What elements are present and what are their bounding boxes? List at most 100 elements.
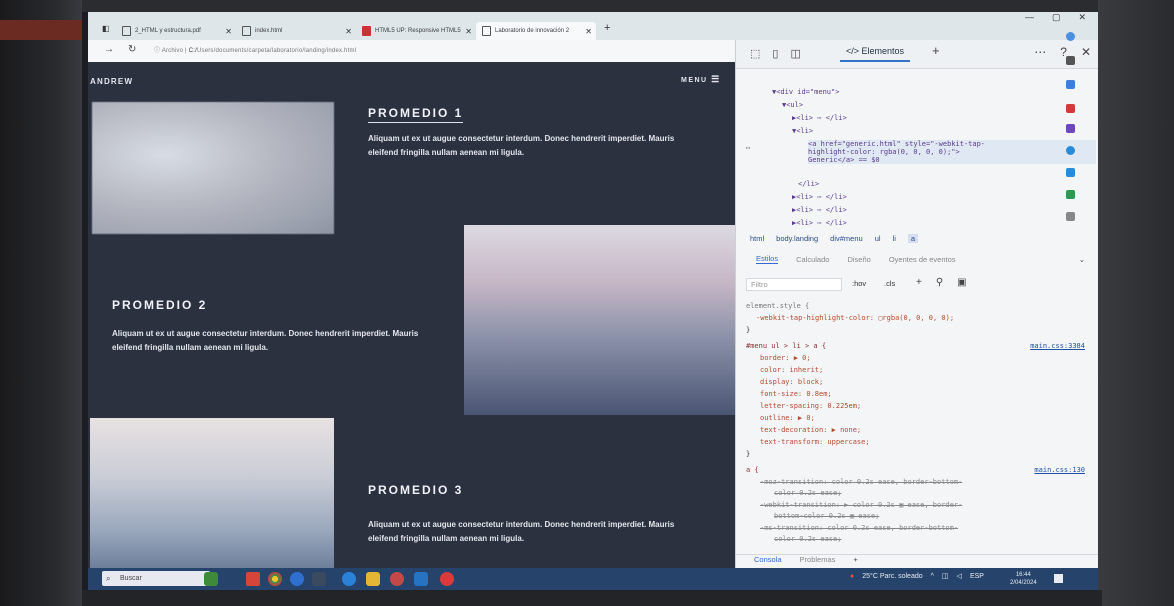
refresh-icon[interactable]: ↻	[128, 44, 136, 55]
vscode-icon[interactable]	[414, 572, 428, 586]
cls-toggle[interactable]: .cls	[884, 279, 895, 288]
edge-icon[interactable]	[342, 572, 356, 586]
css-property-overridden[interactable]: -ms-transition: color 0.2s ease, border-…	[760, 524, 958, 532]
site-brand[interactable]: ANDREW	[90, 77, 133, 86]
dom-node[interactable]: </li>	[798, 180, 819, 188]
copilot-icon[interactable]	[1066, 32, 1075, 41]
close-tab-icon[interactable]: ✕	[345, 27, 352, 36]
dom-node[interactable]: ▼<li>	[792, 127, 813, 135]
css-property[interactable]: font-size: 0.8em;	[760, 390, 832, 398]
hov-toggle[interactable]: :hov	[852, 279, 866, 288]
network-icon[interactable]: ◫	[942, 572, 949, 580]
new-tab-button[interactable]: +	[604, 22, 610, 34]
language-indicator[interactable]: ESP	[970, 573, 984, 580]
breadcrumb-item-current[interactable]: a	[907, 233, 919, 243]
app-icon[interactable]	[312, 572, 326, 586]
add-tab-icon[interactable]: +	[932, 43, 940, 58]
app-icon[interactable]	[1066, 190, 1075, 199]
tab-elements[interactable]: </> Elementos	[840, 46, 911, 62]
paint-icon[interactable]: ⚲	[936, 277, 943, 288]
chevron-up-icon[interactable]: ^	[931, 573, 934, 580]
app-icon[interactable]	[1066, 212, 1075, 221]
tab-diseno[interactable]: Diseño	[847, 255, 870, 264]
filter-input[interactable]: Filtro	[746, 278, 842, 291]
dom-node-line: highlight-color: rgba(0, 0, 0, 0);">	[808, 148, 960, 156]
css-property[interactable]: color: inherit;	[760, 366, 823, 374]
time: 16:44	[1015, 572, 1031, 578]
forward-icon[interactable]: →	[104, 44, 114, 55]
monitor-left-edge	[0, 0, 82, 606]
node-actions-icon[interactable]: ⋯	[746, 144, 750, 152]
close-tab-icon[interactable]: ✕	[465, 27, 472, 36]
dom-node[interactable]: ▼<div id="menu">	[772, 88, 839, 96]
breadcrumb-item[interactable]: html	[750, 234, 764, 243]
dom-node[interactable]: ▶<li> ⋯ </li>	[792, 193, 847, 201]
taskbar-search[interactable]: ⌕ Buscar	[102, 571, 210, 586]
add-drawer-tab-icon[interactable]: +	[853, 555, 857, 568]
app-icon[interactable]	[1066, 124, 1075, 133]
search-icon[interactable]	[1066, 56, 1075, 65]
section-image-2	[464, 225, 735, 415]
breadcrumb-item[interactable]: div#menu	[830, 234, 863, 243]
close-tab-icon[interactable]: ✕	[585, 27, 592, 36]
app-icon[interactable]	[1066, 168, 1075, 177]
tab-pdf[interactable]: 2_HTML y estructura.pdf ✕	[116, 22, 236, 40]
tab-consola[interactable]: Consola	[754, 555, 782, 568]
browser-tab-bar: ◧ 2_HTML y estructura.pdf ✕ index.html ✕…	[88, 12, 1098, 40]
url-field[interactable]: ⓘ Archivo | C:/Users/documents/carpeta/l…	[154, 45, 356, 54]
computed-sidebar-icon[interactable]: ▣	[957, 277, 966, 288]
breadcrumb-item[interactable]: ul	[875, 234, 881, 243]
tab-index[interactable]: index.html ✕	[236, 22, 356, 40]
tab-problemas[interactable]: Problemas	[800, 555, 836, 568]
app-icon[interactable]	[1066, 104, 1075, 113]
css-property[interactable]: text-transform: uppercase;	[760, 438, 870, 446]
css-property-overridden[interactable]: -webkit-transition: ▶ color 0.2s ▣ ease,…	[760, 501, 962, 509]
tab-calculado[interactable]: Calculado	[796, 255, 829, 264]
notifications-icon[interactable]	[1054, 574, 1063, 583]
tab-html5up[interactable]: HTML5 UP: Responsive HTML5 ✕	[356, 22, 476, 40]
css-property[interactable]: border: ▶ 0;	[760, 354, 811, 362]
menu-button[interactable]: MENU ☰	[681, 74, 721, 85]
tab-oyentes[interactable]: Oyentes de eventos	[889, 255, 956, 264]
dom-node[interactable]: ▶<li> ⋯ </li>	[792, 219, 847, 227]
css-property[interactable]: letter-spacing: 0.225em;	[760, 402, 861, 410]
device-emulation-icon[interactable]: ▯	[772, 47, 778, 60]
app-icon[interactable]	[246, 572, 260, 586]
app-icon[interactable]	[390, 572, 404, 586]
weather-text[interactable]: 25°C Parc. soleado	[862, 573, 922, 580]
css-selector[interactable]: #menu ul > li > a {	[746, 342, 826, 350]
widget-icon[interactable]	[204, 572, 218, 586]
minimize-button[interactable]: —	[1025, 12, 1034, 23]
css-property[interactable]: outline: ▶ 0;	[760, 414, 815, 422]
css-property[interactable]: -webkit-tap-highlight-color: ▢rgba(0, 0,…	[756, 314, 954, 322]
search-icon: ⌕	[106, 574, 111, 583]
css-selector[interactable]: a {	[746, 466, 759, 474]
tab-actions-icon[interactable]: ◧	[102, 24, 110, 33]
app-icon[interactable]	[440, 572, 454, 586]
close-tab-icon[interactable]: ✕	[225, 27, 232, 36]
chrome-icon[interactable]	[268, 572, 282, 586]
dom-node[interactable]: ▶<li> ⋯ </li>	[792, 114, 847, 122]
app-icon[interactable]	[290, 572, 304, 586]
new-rule-icon[interactable]: +	[916, 277, 922, 288]
inspect-icon[interactable]: ⬚	[750, 47, 760, 60]
dom-node[interactable]: ▼<ul>	[782, 101, 803, 109]
app-icon[interactable]	[1066, 146, 1075, 155]
tab-label: 2_HTML y estructura.pdf	[135, 28, 201, 34]
dom-node-selected[interactable]: <a href="generic.html" style="-webkit-ta…	[808, 140, 1096, 164]
css-property[interactable]: display: block;	[760, 378, 823, 386]
extension-icon[interactable]	[1066, 80, 1075, 89]
more-options-icon[interactable]: ⋯	[1034, 45, 1046, 59]
volume-icon[interactable]: ◁	[957, 572, 962, 580]
css-selector[interactable]: element.style {	[746, 302, 809, 310]
css-property-overridden[interactable]: -moz-transition: color 0.2s ease, border…	[760, 478, 962, 486]
file-explorer-icon[interactable]	[366, 572, 380, 586]
breadcrumb-item[interactable]: li	[893, 234, 896, 243]
dom-node[interactable]: ▶<li> ⋯ </li>	[792, 206, 847, 214]
tab-laboratorio[interactable]: Laboratorio de innovación 2 ✕	[476, 22, 596, 40]
breadcrumb-item[interactable]: body.landing	[776, 234, 818, 243]
clock[interactable]: 16:44 2/04/2024	[1010, 571, 1037, 587]
tab-estilos[interactable]: Estilos	[756, 254, 779, 264]
css-property[interactable]: text-decoration: ▶ none;	[760, 426, 861, 434]
dock-icon[interactable]: ◫	[790, 47, 800, 60]
